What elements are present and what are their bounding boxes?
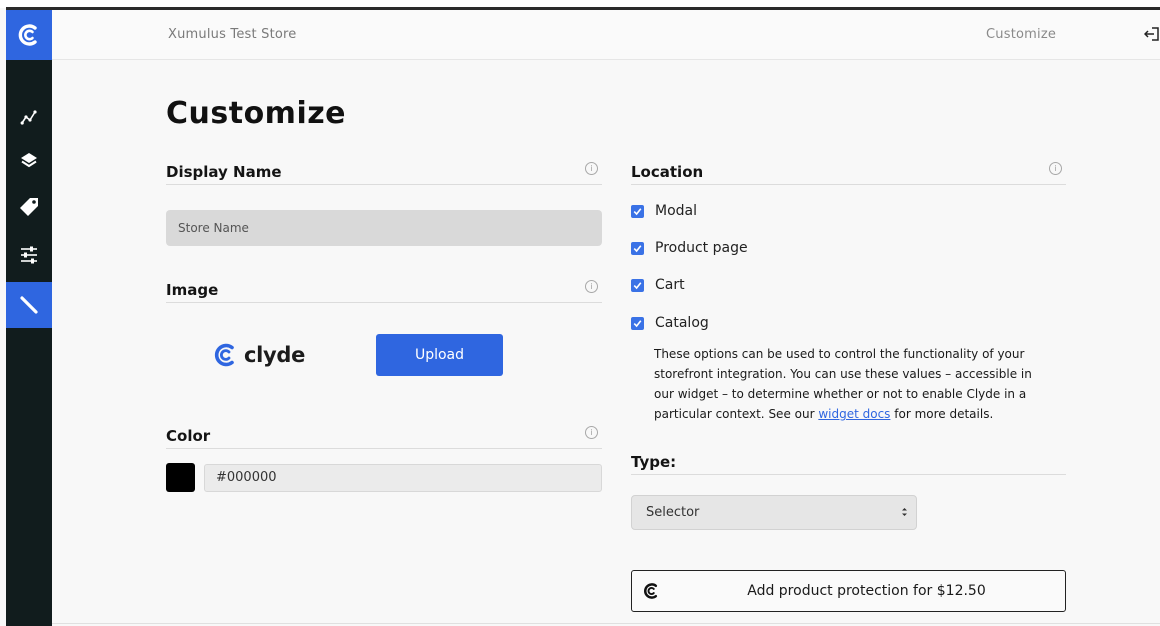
checkbox[interactable] [631, 204, 644, 218]
sliders-icon [21, 246, 37, 264]
sidebar-item-customize[interactable] [6, 282, 52, 328]
page-title: Customize [166, 96, 347, 131]
check-icon [633, 207, 642, 215]
help-text-suffix: for more details. [890, 407, 994, 421]
checkbox-label: Cart [655, 277, 685, 293]
checkbox[interactable] [631, 241, 644, 255]
product-protection-label: Add product protection for $12.50 [747, 583, 986, 599]
sidebar-item-products[interactable] [6, 142, 52, 180]
clyde-logo-icon[interactable] [6, 10, 52, 60]
image-label: Image [166, 281, 219, 299]
check-icon [633, 281, 642, 289]
info-icon[interactable]: i [585, 426, 598, 439]
sidebar-item-settings[interactable] [6, 236, 52, 274]
widget-docs-link[interactable]: widget docs [818, 407, 890, 421]
location-help-text: These options can be used to control the… [654, 344, 1054, 424]
store-name: Xumulus Test Store [168, 27, 297, 42]
check-icon [633, 319, 642, 327]
display-name-section: Display Name i [166, 159, 602, 185]
type-select[interactable]: Selector [631, 495, 917, 530]
location-option-product-page[interactable]: Product page [631, 238, 748, 258]
location-option-catalog[interactable]: Catalog [631, 313, 709, 333]
top-bar [0, 0, 1160, 10]
select-arrows-icon [902, 508, 907, 516]
tag-icon [20, 198, 38, 216]
image-section: Image i [166, 277, 602, 303]
color-label: Color [166, 427, 211, 445]
pencil-icon [20, 296, 38, 314]
checkbox[interactable] [631, 316, 644, 330]
clyde-logo-icon [214, 343, 234, 367]
type-section: Type: [631, 449, 1066, 475]
display-name-label: Display Name [166, 163, 282, 181]
info-icon[interactable]: i [585, 162, 598, 175]
divider [52, 623, 1160, 624]
type-select-value: Selector [646, 505, 700, 520]
location-option-cart[interactable]: Cart [631, 275, 685, 295]
logo-text: clyde [244, 343, 306, 367]
color-hex-input[interactable]: #000000 [204, 464, 602, 492]
check-icon [633, 244, 642, 252]
sidebar-item-pricing[interactable] [6, 188, 52, 226]
color-section: Color i [166, 423, 602, 449]
sidebar [6, 10, 52, 626]
location-option-modal[interactable]: Modal [631, 201, 697, 221]
type-label: Type: [631, 453, 677, 471]
logout-icon[interactable] [1144, 24, 1160, 44]
layers-icon [21, 153, 37, 168]
header: Xumulus Test Store Customize [52, 10, 1160, 60]
location-label: Location [631, 163, 704, 181]
color-swatch[interactable] [166, 463, 195, 492]
sidebar-item-analytics[interactable] [6, 98, 52, 136]
checkbox[interactable] [631, 278, 644, 292]
upload-button[interactable]: Upload [376, 334, 503, 376]
info-icon[interactable]: i [585, 280, 598, 293]
header-customize-link[interactable]: Customize [986, 27, 1056, 42]
product-protection-button[interactable]: Add product protection for $12.50 [631, 570, 1066, 612]
chart-line-icon [20, 110, 37, 125]
checkbox-label: Modal [655, 203, 697, 219]
info-icon[interactable]: i [1049, 162, 1062, 175]
store-name-input[interactable]: Store Name [166, 210, 602, 246]
checkbox-label: Product page [655, 240, 748, 256]
store-logo: clyde [212, 340, 305, 370]
location-section: Location i [631, 159, 1066, 185]
checkbox-label: Catalog [655, 315, 709, 331]
